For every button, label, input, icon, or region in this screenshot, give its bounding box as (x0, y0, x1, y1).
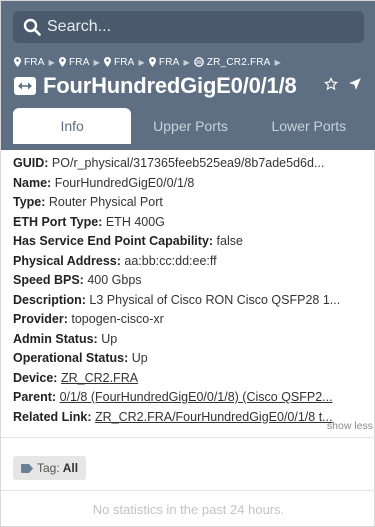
details-panel: FRA ▶ FRA ▶ FRA ▶ FRA ▶ ZR_CR2.FRA ▶ (0, 0, 375, 527)
tag-filter[interactable]: Tag: All (13, 456, 87, 480)
search-input[interactable] (47, 15, 347, 39)
property-speed: Speed BPS: 400 Gbps (13, 271, 371, 291)
panel-header: FRA ▶ FRA ▶ FRA ▶ FRA ▶ ZR_CR2.FRA ▶ (1, 1, 375, 150)
breadcrumb-label: FRA (68, 56, 90, 68)
property-operational-status: Operational Status: Up (13, 349, 371, 369)
breadcrumb: FRA ▶ FRA ▶ FRA ▶ FRA ▶ ZR_CR2.FRA ▶ (14, 55, 285, 69)
breadcrumb-separator-icon: ▶ (138, 57, 145, 67)
tab-lower-ports[interactable]: Lower Ports (250, 108, 368, 144)
breadcrumb-separator-icon: ▶ (183, 57, 190, 67)
location-pin-icon (14, 57, 21, 67)
property-guid: GUID: PO/r_physical/317365feeb525ea9/8b7… (13, 154, 371, 174)
property-key: Provider: (13, 312, 68, 326)
property-value: ETH 400G (105, 214, 165, 229)
property-value: PO/r_physical/317365feeb525ea9/8b7ade5d6… (51, 156, 325, 170)
port-arrows-icon (14, 77, 36, 95)
property-key: Description: (13, 292, 86, 307)
location-pin-icon (103, 57, 111, 67)
breadcrumb-separator-icon: ▶ (274, 57, 281, 67)
breadcrumb-label: FRA (113, 56, 135, 68)
property-value: Router Physical Port (48, 195, 163, 209)
property-key: GUID: (13, 156, 49, 170)
tab-upper-ports[interactable]: Upper Ports (131, 108, 249, 144)
property-key: Parent: (13, 390, 57, 404)
property-name: Name: FourHundredGigE0/0/1/8 (13, 174, 371, 194)
property-provider: Provider: topogen-cisco-xr (13, 310, 371, 330)
property-related-link: Related Link: ZR_CR2.FRA/FourHundredGigE… (13, 408, 371, 428)
tab-label: Lower Ports (271, 118, 347, 134)
show-less-link[interactable]: show less (327, 420, 373, 432)
breadcrumb-item-5[interactable]: ZR_CR2.FRA (194, 57, 271, 68)
property-key: Operational Status: (13, 351, 129, 365)
search-box[interactable] (13, 11, 364, 43)
tag-label: Tag: (37, 461, 60, 475)
property-key: Physical Address: (13, 253, 121, 268)
property-key: Device: (13, 370, 58, 385)
title-actions (323, 77, 362, 96)
property-value: topogen-cisco-xr (71, 312, 164, 326)
breadcrumb-separator-icon: ▶ (93, 57, 100, 67)
breadcrumb-label: ZR_CR2.FRA (206, 56, 271, 68)
breadcrumb-label: FRA (158, 56, 180, 68)
property-key: Type: (13, 195, 46, 209)
page-title: FourHundredGigE0/0/1/8 (43, 73, 297, 98)
property-physical-address: Physical Address: aa:bb:cc:dd:ee:ff (13, 252, 371, 272)
parent-link[interactable]: 0/1/8 (FourHundredGigE0/0/1/8) (Cisco QS… (60, 390, 333, 404)
tab-label: Info (60, 118, 84, 134)
tag-value: All (62, 461, 79, 475)
locate-arrow-icon[interactable] (348, 77, 362, 96)
tab-bar: Info Upper Ports Lower Ports (13, 108, 368, 144)
location-pin-icon (148, 57, 156, 67)
star-icon[interactable] (323, 77, 339, 96)
property-type: Type: Router Physical Port (13, 193, 371, 213)
property-admin-status: Admin Status: Up (13, 330, 371, 350)
property-value: aa:bb:cc:dd:ee:ff (124, 253, 217, 268)
property-parent: Parent: 0/1/8 (FourHundredGigE0/0/1/8) (… (13, 388, 371, 408)
property-key: Speed BPS: (13, 273, 84, 287)
property-eth-port-type: ETH Port Type: ETH 400G (13, 213, 371, 233)
property-value: false (216, 234, 243, 248)
property-value: Up (101, 331, 118, 346)
search-icon (23, 18, 41, 36)
property-description: Description: L3 Physical of Cisco RON Ci… (13, 291, 371, 311)
property-service-end-point: Has Service End Point Capability: false (13, 232, 371, 252)
related-link[interactable]: ZR_CR2.FRA/FourHundredGigE0/0/1/8 t... (95, 410, 333, 424)
property-key: Has Service End Point Capability: (13, 234, 214, 248)
property-value: FourHundredGigE0/0/1/8 (54, 175, 195, 190)
location-pin-icon (58, 57, 66, 67)
breadcrumb-item-4[interactable]: FRA (148, 56, 180, 68)
title-row: FourHundredGigE0/0/1/8 (14, 73, 364, 99)
breadcrumb-label: FRA (24, 56, 45, 68)
no-statistics-message: No statistics in the past 24 hours. (92, 502, 285, 517)
property-value: Up (131, 351, 148, 365)
tab-label: Upper Ports (153, 118, 228, 134)
breadcrumb-separator-icon: ▶ (48, 57, 55, 67)
property-key: Related Link: (13, 409, 92, 424)
property-key: ETH Port Type: (13, 214, 103, 229)
tab-info[interactable]: Info (13, 108, 132, 144)
property-key: Admin Status: (13, 331, 98, 346)
breadcrumb-item-3[interactable]: FRA (103, 56, 135, 68)
divider (1, 490, 375, 491)
breadcrumb-item-2[interactable]: FRA (58, 56, 90, 68)
property-key: Name: (13, 175, 52, 190)
properties-list: GUID: PO/r_physical/317365feeb525ea9/8b7… (13, 154, 371, 427)
property-device: Device: ZR_CR2.FRA (13, 369, 371, 389)
router-icon (194, 57, 204, 67)
breadcrumb-item-1[interactable]: FRA (14, 57, 45, 68)
divider (1, 437, 375, 438)
property-value: L3 Physical of Cisco RON Cisco QSFP28 1.… (89, 292, 341, 307)
property-value: 400 Gbps (87, 273, 142, 287)
tag-icon (21, 463, 33, 473)
device-link[interactable]: ZR_CR2.FRA (61, 371, 138, 385)
